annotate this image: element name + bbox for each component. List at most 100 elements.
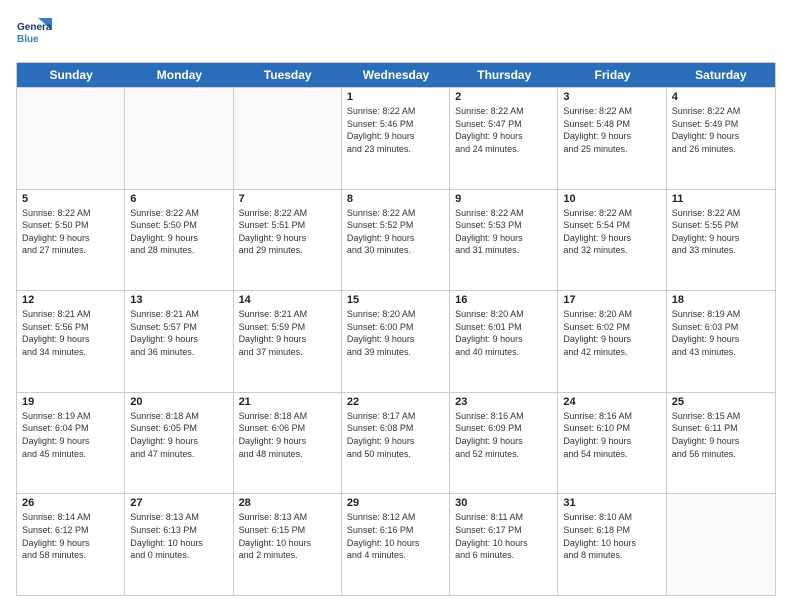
day-info: Sunrise: 8:21 AM Sunset: 5:59 PM Dayligh…: [239, 308, 336, 358]
day-info: Sunrise: 8:22 AM Sunset: 5:49 PM Dayligh…: [672, 105, 770, 155]
day-info: Sunrise: 8:20 AM Sunset: 6:01 PM Dayligh…: [455, 308, 552, 358]
calendar-cell: 30 Sunrise: 8:11 AM Sunset: 6:17 PM Dayli…: [450, 494, 558, 595]
day-number: 7: [239, 193, 336, 205]
calendar-cell: 8 Sunrise: 8:22 AM Sunset: 5:52 PM Daylig…: [342, 190, 450, 291]
day-info: Sunrise: 8:22 AM Sunset: 5:55 PM Dayligh…: [672, 207, 770, 257]
day-number: 3: [563, 91, 660, 103]
calendar-cell: 21 Sunrise: 8:18 AM Sunset: 6:06 PM Dayli…: [234, 393, 342, 494]
page: General Blue SundayMondayTuesdayWednesda…: [0, 0, 792, 612]
calendar-cell: 28 Sunrise: 8:13 AM Sunset: 6:15 PM Dayli…: [234, 494, 342, 595]
day-number: 5: [22, 193, 119, 205]
calendar-cell: 26 Sunrise: 8:14 AM Sunset: 6:12 PM Dayli…: [17, 494, 125, 595]
day-info: Sunrise: 8:22 AM Sunset: 5:46 PM Dayligh…: [347, 105, 444, 155]
day-number: 1: [347, 91, 444, 103]
day-number: 14: [239, 294, 336, 306]
weekday-header: Monday: [125, 63, 233, 87]
day-info: Sunrise: 8:20 AM Sunset: 6:02 PM Dayligh…: [563, 308, 660, 358]
weekday-header: Wednesday: [342, 63, 450, 87]
logo-graphic: General Blue: [16, 16, 52, 52]
calendar-row: 1 Sunrise: 8:22 AM Sunset: 5:46 PM Daylig…: [17, 87, 775, 189]
weekday-header: Thursday: [450, 63, 558, 87]
day-info: Sunrise: 8:21 AM Sunset: 5:57 PM Dayligh…: [130, 308, 227, 358]
day-info: Sunrise: 8:22 AM Sunset: 5:47 PM Dayligh…: [455, 105, 552, 155]
day-number: 18: [672, 294, 770, 306]
weekday-header: Tuesday: [234, 63, 342, 87]
calendar: SundayMondayTuesdayWednesdayThursdayFrid…: [16, 62, 776, 596]
day-info: Sunrise: 8:20 AM Sunset: 6:00 PM Dayligh…: [347, 308, 444, 358]
day-info: Sunrise: 8:19 AM Sunset: 6:04 PM Dayligh…: [22, 410, 119, 460]
calendar-cell: 5 Sunrise: 8:22 AM Sunset: 5:50 PM Daylig…: [17, 190, 125, 291]
calendar-cell: 22 Sunrise: 8:17 AM Sunset: 6:08 PM Dayli…: [342, 393, 450, 494]
calendar-row: 19 Sunrise: 8:19 AM Sunset: 6:04 PM Dayli…: [17, 392, 775, 494]
day-number: 23: [455, 396, 552, 408]
weekday-header: Sunday: [17, 63, 125, 87]
header: General Blue: [16, 16, 776, 52]
calendar-cell: 1 Sunrise: 8:22 AM Sunset: 5:46 PM Daylig…: [342, 88, 450, 189]
day-info: Sunrise: 8:10 AM Sunset: 6:18 PM Dayligh…: [563, 511, 660, 561]
day-info: Sunrise: 8:22 AM Sunset: 5:52 PM Dayligh…: [347, 207, 444, 257]
day-info: Sunrise: 8:22 AM Sunset: 5:53 PM Dayligh…: [455, 207, 552, 257]
calendar-cell: 19 Sunrise: 8:19 AM Sunset: 6:04 PM Dayli…: [17, 393, 125, 494]
calendar-row: 26 Sunrise: 8:14 AM Sunset: 6:12 PM Dayli…: [17, 493, 775, 595]
calendar-row: 12Sunrise: 8:21 AM Sunset: 5:56 PM Dayli…: [17, 290, 775, 392]
calendar-cell: 31 Sunrise: 8:10 AM Sunset: 6:18 PM Dayli…: [558, 494, 666, 595]
day-info: Sunrise: 8:22 AM Sunset: 5:50 PM Dayligh…: [22, 207, 119, 257]
calendar-cell: 9Sunrise: 8:22 AM Sunset: 5:53 PM Daylig…: [450, 190, 558, 291]
day-number: 22: [347, 396, 444, 408]
day-info: Sunrise: 8:12 AM Sunset: 6:16 PM Dayligh…: [347, 511, 444, 561]
calendar-cell: 7 Sunrise: 8:22 AM Sunset: 5:51 PM Daylig…: [234, 190, 342, 291]
day-number: 12: [22, 294, 119, 306]
calendar-cell: 24Sunrise: 8:16 AM Sunset: 6:10 PM Dayli…: [558, 393, 666, 494]
calendar-row: 5 Sunrise: 8:22 AM Sunset: 5:50 PM Daylig…: [17, 189, 775, 291]
calendar-header: SundayMondayTuesdayWednesdayThursdayFrid…: [17, 63, 775, 87]
calendar-cell: 25Sunrise: 8:15 AM Sunset: 6:11 PM Dayli…: [667, 393, 775, 494]
calendar-cell: 14 Sunrise: 8:21 AM Sunset: 5:59 PM Dayli…: [234, 291, 342, 392]
calendar-cell: [667, 494, 775, 595]
day-number: 8: [347, 193, 444, 205]
day-number: 25: [672, 396, 770, 408]
day-number: 10: [563, 193, 660, 205]
day-info: Sunrise: 8:16 AM Sunset: 6:10 PM Dayligh…: [563, 410, 660, 460]
day-number: 26: [22, 497, 119, 509]
day-info: Sunrise: 8:11 AM Sunset: 6:17 PM Dayligh…: [455, 511, 552, 561]
calendar-cell: 2 Sunrise: 8:22 AM Sunset: 5:47 PM Daylig…: [450, 88, 558, 189]
calendar-cell: 13 Sunrise: 8:21 AM Sunset: 5:57 PM Dayli…: [125, 291, 233, 392]
day-number: 31: [563, 497, 660, 509]
calendar-cell: 3Sunrise: 8:22 AM Sunset: 5:48 PM Daylig…: [558, 88, 666, 189]
calendar-cell: 4 Sunrise: 8:22 AM Sunset: 5:49 PM Daylig…: [667, 88, 775, 189]
calendar-cell: [125, 88, 233, 189]
svg-text:General: General: [17, 22, 52, 33]
day-number: 15: [347, 294, 444, 306]
day-number: 30: [455, 497, 552, 509]
day-number: 2: [455, 91, 552, 103]
weekday-header: Friday: [558, 63, 666, 87]
day-info: Sunrise: 8:17 AM Sunset: 6:08 PM Dayligh…: [347, 410, 444, 460]
day-number: 21: [239, 396, 336, 408]
day-info: Sunrise: 8:22 AM Sunset: 5:54 PM Dayligh…: [563, 207, 660, 257]
calendar-cell: 15 Sunrise: 8:20 AM Sunset: 6:00 PM Dayli…: [342, 291, 450, 392]
day-info: Sunrise: 8:14 AM Sunset: 6:12 PM Dayligh…: [22, 511, 119, 561]
calendar-body: 1 Sunrise: 8:22 AM Sunset: 5:46 PM Daylig…: [17, 87, 775, 595]
day-info: Sunrise: 8:18 AM Sunset: 6:06 PM Dayligh…: [239, 410, 336, 460]
day-info: Sunrise: 8:13 AM Sunset: 6:15 PM Dayligh…: [239, 511, 336, 561]
day-number: 13: [130, 294, 227, 306]
day-number: 27: [130, 497, 227, 509]
calendar-cell: 18Sunrise: 8:19 AM Sunset: 6:03 PM Dayli…: [667, 291, 775, 392]
calendar-cell: 27 Sunrise: 8:13 AM Sunset: 6:13 PM Dayli…: [125, 494, 233, 595]
day-number: 16: [455, 294, 552, 306]
calendar-cell: [17, 88, 125, 189]
day-info: Sunrise: 8:13 AM Sunset: 6:13 PM Dayligh…: [130, 511, 227, 561]
calendar-cell: 11 Sunrise: 8:22 AM Sunset: 5:55 PM Dayli…: [667, 190, 775, 291]
day-number: 19: [22, 396, 119, 408]
calendar-cell: 20Sunrise: 8:18 AM Sunset: 6:05 PM Dayli…: [125, 393, 233, 494]
day-number: 4: [672, 91, 770, 103]
day-info: Sunrise: 8:22 AM Sunset: 5:51 PM Dayligh…: [239, 207, 336, 257]
day-number: 28: [239, 497, 336, 509]
day-number: 29: [347, 497, 444, 509]
weekday-header: Saturday: [667, 63, 775, 87]
logo: General Blue: [16, 16, 52, 52]
svg-text:Blue: Blue: [17, 34, 39, 45]
day-number: 17: [563, 294, 660, 306]
day-info: Sunrise: 8:16 AM Sunset: 6:09 PM Dayligh…: [455, 410, 552, 460]
day-number: 11: [672, 193, 770, 205]
